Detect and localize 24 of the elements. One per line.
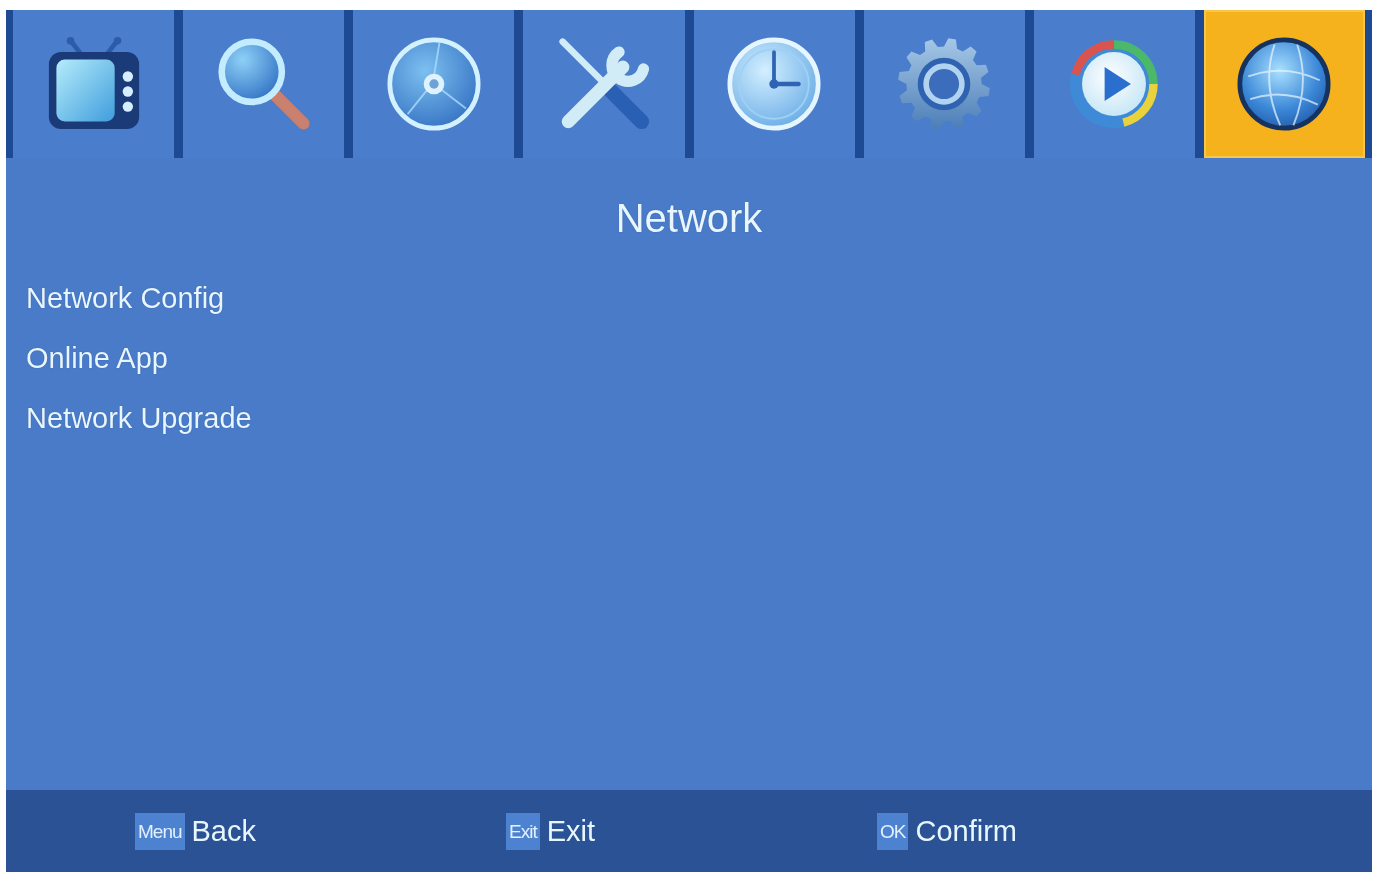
menu-tab[interactable]	[523, 10, 685, 158]
tv-icon	[46, 37, 141, 131]
disc-icon	[386, 37, 481, 131]
globe-icon	[1237, 37, 1332, 131]
hint-text: Confirm	[915, 814, 1017, 849]
page-title: Network	[615, 195, 763, 241]
menu-item[interactable]: Network Upgrade	[26, 388, 252, 448]
menu-tab[interactable]	[863, 10, 1025, 158]
remote-key: Exit	[506, 812, 540, 850]
hint-text: Exit	[546, 814, 596, 849]
menu-tab[interactable]	[1203, 10, 1365, 158]
menu-tab[interactable]	[1033, 10, 1195, 158]
tools-icon	[556, 37, 651, 131]
gear-icon	[897, 37, 992, 131]
menu-tab[interactable]	[353, 10, 515, 158]
remote-key: Menu	[135, 812, 185, 850]
menu-item[interactable]: Online App	[26, 328, 168, 388]
menu-tab[interactable]	[693, 10, 855, 158]
remote-key: OK	[877, 812, 909, 850]
menu-item[interactable]: Network Config	[26, 268, 225, 328]
clock-icon	[727, 37, 822, 131]
menu-tab[interactable]	[13, 10, 175, 158]
search-icon	[216, 37, 311, 131]
hint-text: Back	[191, 814, 256, 849]
